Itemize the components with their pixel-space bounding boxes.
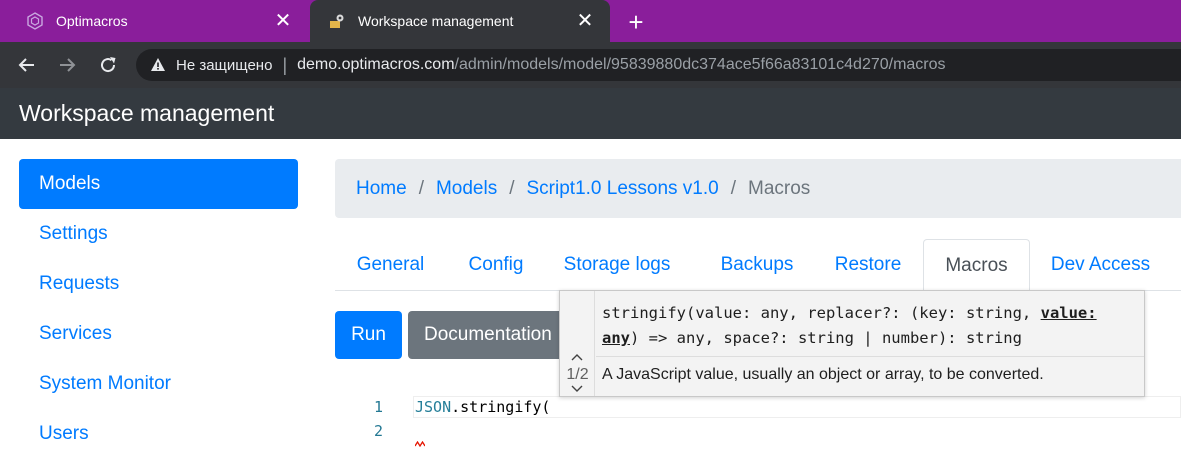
close-tab-icon[interactable]: ✕ xyxy=(272,10,294,32)
tab-restore[interactable]: Restore xyxy=(814,239,922,291)
sidebar-item-requests[interactable]: Requests xyxy=(19,259,298,309)
documentation-button[interactable]: Documentation xyxy=(408,311,573,359)
hint-divider xyxy=(596,356,1144,357)
back-arrow-icon[interactable] xyxy=(13,51,41,79)
warning-icon[interactable] xyxy=(150,57,166,73)
browser-tab-title: Workspace management xyxy=(358,13,514,29)
tab-storage-logs[interactable]: Storage logs xyxy=(546,239,688,291)
tab-backups[interactable]: Backups xyxy=(688,239,826,291)
address-divider: | xyxy=(282,54,288,75)
tab-general[interactable]: General xyxy=(335,239,446,291)
error-squiggle-icon xyxy=(414,437,426,449)
new-tab-button[interactable]: + xyxy=(622,8,650,36)
breadcrumb-models[interactable]: Models xyxy=(436,178,497,200)
signature-text: ) => any, space?: string | number): stri… xyxy=(630,329,1022,347)
run-button[interactable]: Run xyxy=(335,311,402,359)
close-tab-icon[interactable]: ✕ xyxy=(574,10,596,32)
hint-navigation: 1/2 xyxy=(560,291,595,396)
line-number: 1 xyxy=(373,398,383,416)
hint-counter: 1/2 xyxy=(566,366,589,383)
url-text[interactable]: demo.optimacros.com/admin/models/model/9… xyxy=(297,56,945,74)
breadcrumb-separator: / xyxy=(509,177,515,199)
url-host: demo.optimacros.com xyxy=(297,56,455,73)
code-editor[interactable]: 1 2 JSON.stringify( xyxy=(335,395,1181,465)
model-tabs: General Config Storage logs Backups Rest… xyxy=(335,239,1181,292)
hint-documentation: A JavaScript value, usually an object or… xyxy=(602,366,1044,383)
sidebar: Models Settings Requests Services System… xyxy=(19,159,298,459)
reload-icon[interactable] xyxy=(94,51,122,79)
sidebar-item-users[interactable]: Users xyxy=(19,409,298,459)
browser-tab-workspace-management[interactable]: Workspace management ✕ xyxy=(310,0,610,42)
admin-favicon-icon xyxy=(328,12,346,30)
breadcrumb-home[interactable]: Home xyxy=(356,178,407,200)
chevron-up-icon[interactable] xyxy=(569,351,585,363)
forward-arrow-icon[interactable] xyxy=(53,51,81,79)
optimacros-logo-icon xyxy=(26,12,44,30)
browser-toolbar: Не защищено | demo.optimacros.com/admin/… xyxy=(0,42,1181,88)
code-line-1[interactable]: JSON.stringify( xyxy=(415,398,550,416)
tab-config[interactable]: Config xyxy=(446,239,546,291)
breadcrumb-current: Macros xyxy=(748,177,811,199)
app-title[interactable]: Workspace management xyxy=(19,100,274,127)
browser-tab-strip: Optimacros ✕ Workspace management ✕ + xyxy=(0,0,1181,42)
signature-text: stringify(value: any, replacer?: (key: s… xyxy=(602,304,1041,322)
code-text: .stringify( xyxy=(451,398,551,416)
app-header: Workspace management xyxy=(0,88,1181,139)
security-status[interactable]: Не защищено xyxy=(176,57,272,74)
tab-macros[interactable]: Macros xyxy=(923,239,1030,292)
parameter-hints-widget: 1/2 stringify(value: any, replacer?: (ke… xyxy=(559,290,1145,397)
address-bar[interactable]: Не защищено | demo.optimacros.com/admin/… xyxy=(136,49,1181,81)
sidebar-item-settings[interactable]: Settings xyxy=(19,209,298,259)
browser-tab-title: Optimacros xyxy=(56,13,128,29)
hint-signature: stringify(value: any, replacer?: (key: s… xyxy=(602,301,1132,351)
line-number: 2 xyxy=(373,422,383,440)
code-identifier: JSON xyxy=(415,398,452,416)
chevron-down-icon[interactable] xyxy=(569,384,585,394)
breadcrumb: Home / Models / Script1.0 Lessons v1.0 /… xyxy=(335,159,1181,218)
browser-tab-optimacros[interactable]: Optimacros ✕ xyxy=(0,0,308,42)
tab-dev-access[interactable]: Dev Access xyxy=(1030,239,1171,291)
url-path: /admin/models/model/95839880dc374ace5f66… xyxy=(454,56,946,73)
breadcrumb-model[interactable]: Script1.0 Lessons v1.0 xyxy=(527,178,719,200)
breadcrumb-separator: / xyxy=(730,177,736,199)
sidebar-item-services[interactable]: Services xyxy=(19,309,298,359)
breadcrumb-separator: / xyxy=(418,177,424,199)
sidebar-item-models[interactable]: Models xyxy=(19,159,298,209)
sidebar-item-system-monitor[interactable]: System Monitor xyxy=(19,359,298,409)
